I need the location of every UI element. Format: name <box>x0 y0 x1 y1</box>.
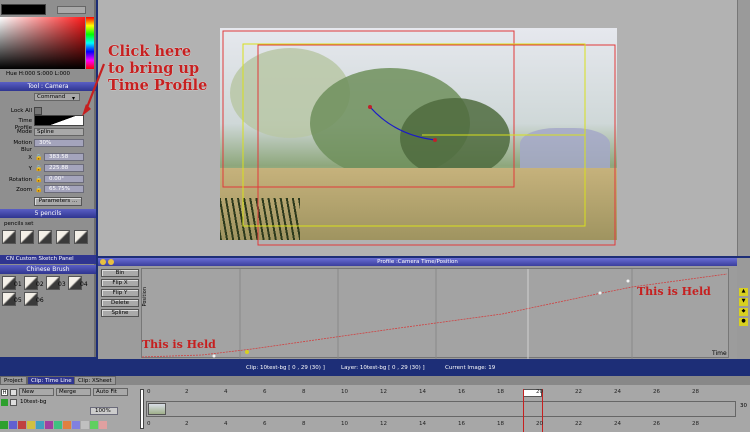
profile-graph[interactable]: Position Time This is Held This is Held <box>141 268 729 359</box>
held-note-right: This is Held <box>637 285 711 298</box>
tick-label: 14 <box>419 389 426 395</box>
tick-label: 22 <box>575 389 582 395</box>
auto-fit-select[interactable]: Auto Fit <box>93 388 128 396</box>
tick-label: 22 <box>575 421 582 427</box>
brush-label: 01 <box>14 281 22 288</box>
tick-label: 6 <box>263 389 267 395</box>
tick-label: 12 <box>380 421 387 427</box>
annotation-line: Time Profile <box>108 77 208 94</box>
bin-select[interactable]: Bin <box>101 269 139 277</box>
spline-select[interactable]: Spline <box>101 309 139 317</box>
bottom-tabs: Project Clip: Time Line Clip: XSheet <box>0 376 750 385</box>
color-swatch[interactable] <box>72 421 80 429</box>
merge-select[interactable]: Merge <box>56 388 91 396</box>
tick-label: 16 <box>458 389 465 395</box>
brush-label: 05 <box>14 297 22 304</box>
tick-label: 26 <box>653 421 660 427</box>
hide-icon[interactable]: H <box>1 389 8 396</box>
close-icon[interactable] <box>100 259 106 265</box>
profile-graph-grid <box>142 269 728 359</box>
minimize-icon[interactable] <box>108 259 114 265</box>
brush-label: 04 <box>80 281 88 288</box>
brush-label: 03 <box>58 281 66 288</box>
profile-side-toolbar[interactable]: ▲ ▼ ◆ ● <box>737 258 750 359</box>
color-swatch[interactable] <box>99 421 107 429</box>
arrow-up-icon[interactable]: ▲ <box>739 288 748 296</box>
opacity-field[interactable]: 100% <box>90 407 118 415</box>
tick-label: 20 <box>536 421 543 427</box>
fit-icon[interactable]: ◆ <box>739 308 748 316</box>
color-swatch[interactable] <box>54 421 62 429</box>
tick-label: 28 <box>692 389 699 395</box>
tick-label: 24 <box>614 389 621 395</box>
delete-button[interactable]: Delete <box>101 299 139 307</box>
brush-label: 02 <box>36 281 44 288</box>
color-swatch[interactable] <box>45 421 53 429</box>
tab-project[interactable]: Project <box>0 376 27 385</box>
camera-frames-overlay <box>82 30 616 246</box>
flip-x-button[interactable]: Flip X <box>101 279 139 287</box>
layer-lock-icon[interactable] <box>10 399 17 406</box>
tick-label: 24 <box>614 421 621 427</box>
tick-label: 12 <box>380 389 387 395</box>
tick-label: 10 <box>341 421 348 427</box>
profile-panel: Profile :Camera Time/Position Bin Flip X… <box>98 258 737 359</box>
color-swatch[interactable] <box>27 421 35 429</box>
arrow-down-icon[interactable]: ▼ <box>739 298 748 306</box>
tick-label: 8 <box>302 389 306 395</box>
timeline-scroll-handle[interactable] <box>140 389 144 429</box>
color-swatch[interactable] <box>36 421 44 429</box>
tick-label: 2 <box>185 421 189 427</box>
color-swatch[interactable] <box>90 421 98 429</box>
tick-label: 2 <box>185 389 189 395</box>
layer-color-swatches <box>0 421 125 429</box>
annotation-line: to bring up <box>108 60 200 77</box>
y-axis-label: Position <box>142 287 148 307</box>
visible-icon[interactable] <box>1 399 8 406</box>
tick-label: 10 <box>341 389 348 395</box>
tick-label: 6 <box>263 421 267 427</box>
tick-label: 4 <box>224 421 228 427</box>
flip-y-button[interactable]: Flip Y <box>101 289 139 297</box>
sketch-panel-label[interactable]: CN Custom Sketch Panel <box>0 255 96 264</box>
annotation-note: Click here to bring up Time Profile <box>108 43 207 94</box>
right-scrollbar[interactable] <box>737 0 750 256</box>
tick-label: 26 <box>653 389 660 395</box>
tick-label: 8 <box>302 421 306 427</box>
timeline-ruler-bottom[interactable]: 0 2 4 6 8 10 12 14 16 18 20 22 24 26 28 <box>145 421 740 430</box>
end-frame: 30 <box>740 403 747 409</box>
held-note-left: This is Held <box>142 338 216 351</box>
tick-label: 14 <box>419 421 426 427</box>
layer-name[interactable]: 10test-bg <box>20 399 130 405</box>
layer-status: Layer: 10test-bg [ 0 , 29 (30) ] <box>341 365 425 371</box>
lock-layer-icon[interactable] <box>10 389 17 396</box>
tab-clip-time-line[interactable]: Clip: Time Line <box>27 376 76 385</box>
current-image-status: Current Image: 19 <box>445 365 496 371</box>
tick-label: 18 <box>497 421 504 427</box>
new-layer-select[interactable]: New <box>19 388 54 396</box>
color-swatch[interactable] <box>0 421 8 429</box>
annotation-line: Click here <box>108 43 192 60</box>
timeline-ruler-top[interactable]: 0 2 4 6 8 10 12 14 16 18 20 22 24 26 28 <box>145 389 740 398</box>
x-axis-label: Time <box>712 350 727 357</box>
tick-label: 0 <box>147 421 151 427</box>
key-icon[interactable]: ● <box>739 318 748 326</box>
tick-label: 0 <box>147 389 151 395</box>
brush-panel-title: Chinese Brush <box>0 265 96 274</box>
brush-label: 06 <box>36 297 44 304</box>
profile-title: Profile :Camera Time/Position <box>98 258 737 266</box>
color-swatch[interactable] <box>63 421 71 429</box>
tab-clip-xsheet[interactable]: Clip: XSheet <box>74 376 116 385</box>
clip-track[interactable] <box>146 401 736 417</box>
color-swatch[interactable] <box>9 421 17 429</box>
tick-label: 28 <box>692 421 699 427</box>
status-bar: Clip: 10test-bg [ 0 , 29 (30) ] Layer: 1… <box>0 361 750 376</box>
tick-label: 18 <box>497 389 504 395</box>
color-swatch[interactable] <box>18 421 26 429</box>
tick-label: 16 <box>458 421 465 427</box>
tick-label: 4 <box>224 389 228 395</box>
color-swatch[interactable] <box>81 421 89 429</box>
tick-label: 20 <box>536 389 543 395</box>
clip-status: Clip: 10test-bg [ 0 , 29 (30) ] <box>246 365 325 371</box>
